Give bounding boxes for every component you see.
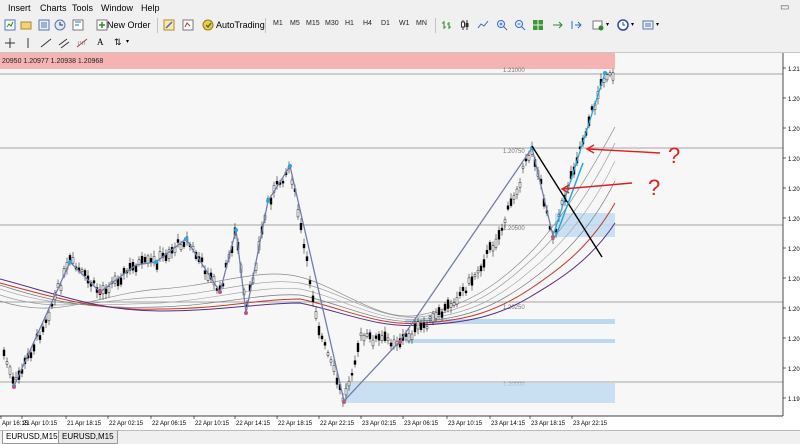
price-axis-label: 1.20 (788, 277, 800, 283)
price-axis-label: 1.20 (788, 367, 800, 373)
menu-tools[interactable]: Tools (72, 3, 93, 13)
vertical-line-icon[interactable] (22, 37, 34, 49)
market-watch-icon[interactable] (38, 19, 50, 31)
price-axis-label: 1.20 (788, 127, 800, 133)
navigator-icon[interactable] (72, 19, 84, 31)
timeframe-m5[interactable]: M5 (290, 20, 300, 27)
menu-bar: Insert Charts Tools Window Help ▭ (0, 0, 800, 17)
timeframe-m1[interactable]: M1 (273, 20, 283, 27)
new-order-button[interactable]: New Order (107, 18, 151, 32)
price-axis-label: 1.20 (788, 157, 800, 163)
menu-insert[interactable]: Insert (8, 3, 31, 13)
menu-help[interactable]: Help (141, 3, 160, 13)
time-axis-label: 23 Apr 06:15 (404, 421, 439, 427)
indicators-dropdown-icon[interactable]: ▾ (606, 21, 609, 28)
time-axis-label: 22 Apr 10:15 (195, 421, 230, 427)
time-axis-label: 23 Apr 14:15 (491, 421, 526, 427)
level-label: 1.20750 (503, 149, 525, 155)
time-axis-label: 22 Apr 06:15 (152, 421, 187, 427)
tile-windows-icon[interactable] (532, 19, 544, 31)
templates-icon[interactable] (642, 19, 654, 31)
menu-charts[interactable]: Charts (40, 3, 67, 13)
timeframe-m15[interactable]: M15 (306, 20, 320, 27)
timeframe-m30[interactable]: M30 (325, 20, 339, 27)
restore-window-icon[interactable]: ▭ (780, 2, 789, 13)
autotrading-button[interactable]: AutoTrading (216, 18, 265, 32)
timeframe-h4[interactable]: H4 (363, 20, 372, 27)
channel-icon[interactable] (58, 37, 70, 49)
periods-dropdown-icon[interactable]: ▾ (631, 21, 634, 28)
trendline-icon[interactable] (40, 37, 52, 49)
data-window-icon[interactable] (54, 19, 66, 31)
line-studies-toolbar: A ⇅ ▾ (0, 35, 800, 53)
autotrading-icon[interactable] (202, 19, 214, 31)
line-chart-icon[interactable] (477, 19, 489, 31)
time-axis-label: 22 Apr 14:15 (236, 421, 271, 427)
meta-editor-icon[interactable] (163, 19, 175, 31)
text-tool-icon[interactable]: A (97, 37, 104, 47)
candlestick-icon[interactable] (459, 19, 471, 31)
time-axis-label: 21 Apr 18:15 (67, 421, 102, 427)
bar-chart-icon[interactable] (441, 19, 453, 31)
time-axis-label: 23 Apr 02:15 (362, 421, 397, 427)
level-label: 1.21000 (503, 68, 525, 74)
question-mark: ? (648, 175, 660, 200)
time-axis: Apr 16:1521 Apr 10:15 21 Apr 18:15 22 Apr … (0, 416, 608, 427)
question-mark: ? (668, 143, 680, 168)
zoom-in-icon[interactable] (496, 19, 508, 31)
chart-tabs: EURUSD,M15 EURUSD,M15 (0, 430, 800, 444)
chart-shift-icon[interactable] (570, 19, 582, 31)
time-axis-label: 23 Apr 10:15 (448, 421, 483, 427)
crosshair-icon[interactable] (4, 37, 16, 49)
strategy-tester-icon[interactable] (182, 19, 194, 31)
time-axis-label: 22 Apr 18:15 (278, 421, 313, 427)
timeframe-mn[interactable]: MN (416, 20, 427, 27)
price-chart[interactable]: 20950 1.20977 1.20938 1.20968 1.21000 1.… (0, 53, 800, 430)
price-axis-label: 1.20 (788, 247, 800, 253)
price-axis-label: 1.20 (788, 97, 800, 103)
autoscroll-icon[interactable] (552, 19, 564, 31)
time-axis-label: 23 Apr 18:15 (531, 421, 566, 427)
zoom-out-icon[interactable] (514, 19, 526, 31)
arrows-dropdown-icon[interactable]: ▾ (126, 38, 129, 45)
demand-zone (405, 339, 615, 343)
price-axis-label: 1.19 (788, 397, 800, 403)
templates-dropdown-icon[interactable]: ▾ (656, 21, 659, 28)
menu-window[interactable]: Window (101, 3, 133, 13)
time-axis-label: 23 Apr 22:15 (573, 421, 608, 427)
profiles-icon[interactable] (20, 19, 32, 31)
ohlc-readout: 20950 1.20977 1.20938 1.20968 (2, 58, 103, 65)
standard-toolbar: New Order AutoTrading M1 M5 M15 M30 H1 H… (0, 16, 800, 36)
time-axis-label: 22 Apr 02:15 (109, 421, 144, 427)
chart-window[interactable]: 20950 1.20977 1.20938 1.20968 1.21000 1.… (0, 53, 800, 430)
price-axis-label: 1.20 (788, 307, 800, 313)
price-axis-label: 1.21 (788, 67, 800, 73)
arrows-tool-icon[interactable]: ⇅ (114, 37, 122, 48)
periods-icon[interactable] (617, 19, 629, 31)
time-axis-label: 21 Apr 10:15 (23, 421, 58, 427)
price-axis-label: 1.20 (788, 217, 800, 223)
timeframe-h1[interactable]: H1 (345, 20, 354, 27)
fibonacci-icon[interactable] (76, 37, 88, 49)
tab-eurusd-m15[interactable]: EURUSD,M15 (58, 431, 118, 444)
timeframe-w1[interactable]: W1 (399, 20, 410, 27)
time-axis-label: 22 Apr 22:15 (320, 421, 355, 427)
tab-eurusd-m15-active[interactable]: EURUSD,M15 (2, 431, 62, 444)
price-axis-label: 1.20 (788, 187, 800, 193)
timeframe-d1[interactable]: D1 (381, 20, 390, 27)
price-axis-label: 1.20 (788, 337, 800, 343)
indicators-icon[interactable] (592, 19, 604, 31)
demand-zone (345, 383, 615, 403)
new-chart-icon[interactable] (4, 19, 16, 31)
level-label: 1.20500 (503, 226, 525, 232)
